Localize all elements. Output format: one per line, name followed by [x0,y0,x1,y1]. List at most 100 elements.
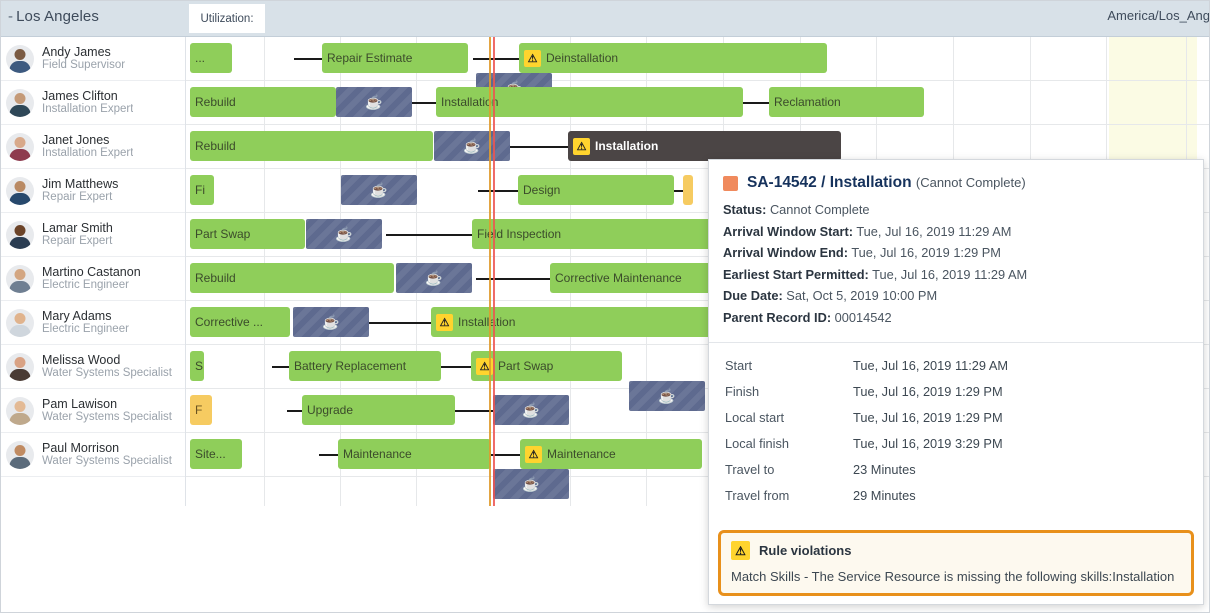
resource-row[interactable]: Andy James Field Supervisor [0,37,185,81]
dependency-link [386,234,472,236]
gantt-appointment-bar[interactable]: Battery Replacement [289,351,441,381]
resource-role: Water Systems Specialist [42,367,172,380]
gantt-break-bar[interactable]: ☕ [341,175,417,205]
popover-schedule-key: Start [725,358,753,373]
popover-schedule-row: Travel to 23 Minutes [725,457,1187,483]
avatar [6,44,34,73]
gantt-appointment-bar[interactable]: ⚠ Maintenance [520,439,702,469]
popover-field: Status: Cannot Complete [723,199,1187,221]
popover-field-value: Sat, Oct 5, 2019 10:00 PM [786,288,938,303]
rule-violations-title: Rule violations [759,543,852,558]
popover-field-value: Tue, Jul 16, 2019 11:29 AM [872,266,1028,282]
gantt-appointment-bar[interactable]: Repair Estimate [322,43,468,73]
popover-field-list: Status: Cannot Complete Arrival Window St… [709,194,1203,338]
gantt-break-bar[interactable]: ☕ [396,263,472,293]
tab-utilization[interactable]: Utilization: [189,4,265,33]
gantt-bar-label: S [195,359,204,373]
gantt-appointment-bar[interactable] [683,175,693,205]
schedule-marker-line [489,37,491,506]
gantt-appointment-bar[interactable]: Rebuild [190,87,336,117]
gantt-appointment-bar[interactable]: Field Inspection [472,219,715,249]
popover-field-label: Status: [723,202,767,217]
gantt-bar-label: Deinstallation [546,51,619,65]
resource-row[interactable]: Martino Castanon Electric Engineer [0,257,185,301]
gantt-break-bar[interactable]: ☕ [306,219,382,249]
gantt-appointment-bar[interactable]: ⚠ Installation [568,131,841,161]
popover-field: Earliest Start Permitted: Tue, Jul 16, 2… [723,264,1187,286]
popover-field-label: Earliest Start Permitted: [723,266,869,282]
resource-row[interactable]: Mary Adams Electric Engineer [0,301,185,345]
break-cup-icon: ☕ [658,388,676,404]
gantt-scheduler-app: - Los Angeles Utilization: America/Los_An… [0,0,1210,613]
dependency-link [272,366,289,368]
gantt-bar-label: Fi [195,183,205,197]
resource-row[interactable]: Jim Matthews Repair Expert [0,169,185,213]
popover-schedule-value: Tue, Jul 16, 2019 1:29 PM [853,410,1003,425]
gantt-appointment-bar[interactable]: F [190,395,212,425]
avatar [6,440,34,469]
resource-name: Paul Morrison [42,440,120,455]
gantt-break-bar[interactable]: ☕ [336,87,412,117]
gantt-appointment-bar[interactable]: Part Swap [190,219,305,249]
collapse-caret-icon[interactable]: - [8,8,13,25]
gantt-break-bar[interactable]: ☕ [293,307,369,337]
gantt-break-bar[interactable]: ☕ [493,395,569,425]
popover-header: SA-14542 / Installation (Cannot Complete… [709,160,1203,194]
resource-row[interactable]: Janet Jones Installation Expert [0,125,185,169]
gantt-appointment-bar[interactable]: Installation [436,87,743,117]
gantt-appointment-bar[interactable]: Reclamation [769,87,924,117]
resource-role: Electric Engineer [42,323,129,336]
resource-row[interactable]: Lamar Smith Repair Expert [0,213,185,257]
gantt-appointment-bar[interactable]: Fi [190,175,214,205]
location-label: Los Angeles [16,8,99,25]
gantt-break-bar[interactable]: ☕ [434,131,510,161]
gantt-appointment-bar[interactable]: Design [518,175,674,205]
gantt-appointment-bar[interactable]: Rebuild [190,263,394,293]
gantt-appointment-bar[interactable]: Site... [190,439,242,469]
resource-role: Field Supervisor [42,59,126,72]
avatar [6,308,34,337]
gantt-break-bar[interactable]: ☕ [629,381,705,411]
gantt-bar-label: Corrective ... [195,315,264,329]
gantt-bar-label: Installation [458,315,516,329]
break-cup-icon: ☕ [370,182,388,198]
popover-record-id[interactable]: SA-14542 [747,174,817,191]
gantt-appointment-bar[interactable]: S [190,351,204,381]
popover-field-label: Arrival Window Start: [723,223,853,239]
resource-role: Repair Expert [42,235,113,248]
break-cup-icon: ☕ [335,226,353,242]
popover-schedule-row: Local start Tue, Jul 16, 2019 1:29 PM [725,405,1187,431]
resource-row[interactable]: Pam Lawison Water Systems Specialist [0,389,185,433]
resource-row[interactable]: Melissa Wood Water Systems Specialist [0,345,185,389]
dependency-link [319,454,338,456]
gantt-appointment-bar[interactable]: Corrective ... [190,307,290,337]
location-header[interactable]: - Los Angeles [8,8,99,25]
appointment-details-popover: SA-14542 / Installation (Cannot Complete… [708,159,1204,605]
avatar [6,88,34,117]
gantt-bar-label: Rebuild [195,271,236,285]
avatar [6,396,34,425]
resource-row[interactable]: Paul Morrison Water Systems Specialist [0,433,185,477]
dependency-link [478,190,518,192]
gantt-appointment-bar[interactable]: Upgrade [302,395,455,425]
resource-row[interactable]: James Clifton Installation Expert [0,81,185,125]
popover-schedule-key: Travel from [725,488,790,503]
gantt-appointment-bar[interactable]: ... [190,43,232,73]
current-time-line [493,37,495,506]
dependency-link [287,410,302,412]
gantt-appointment-bar[interactable]: ⚠ Deinstallation [519,43,827,73]
gantt-appointment-bar[interactable]: Rebuild [190,131,433,161]
popover-field-value: Tue, Jul 16, 2019 11:29 AM [856,223,1012,239]
gantt-appointment-bar[interactable]: Maintenance [338,439,491,469]
gantt-break-bar[interactable]: ☕ [493,469,569,499]
warning-triangle-icon: ⚠ [573,137,590,155]
break-cup-icon: ☕ [322,314,340,330]
gantt-bar-label: Part Swap [498,359,554,373]
warning-triangle-icon: ⚠ [436,313,453,331]
popover-title: SA-14542 / Installation (Cannot Complete… [747,174,1026,192]
popover-field: Arrival Window End: Tue, Jul 16, 2019 1:… [723,242,1187,264]
gantt-bar-label: Rebuild [195,95,236,109]
gantt-bar-label: Site... [195,447,226,461]
gantt-appointment-bar[interactable]: ⚠ Installation [431,307,712,337]
resource-role: Installation Expert [42,147,134,160]
